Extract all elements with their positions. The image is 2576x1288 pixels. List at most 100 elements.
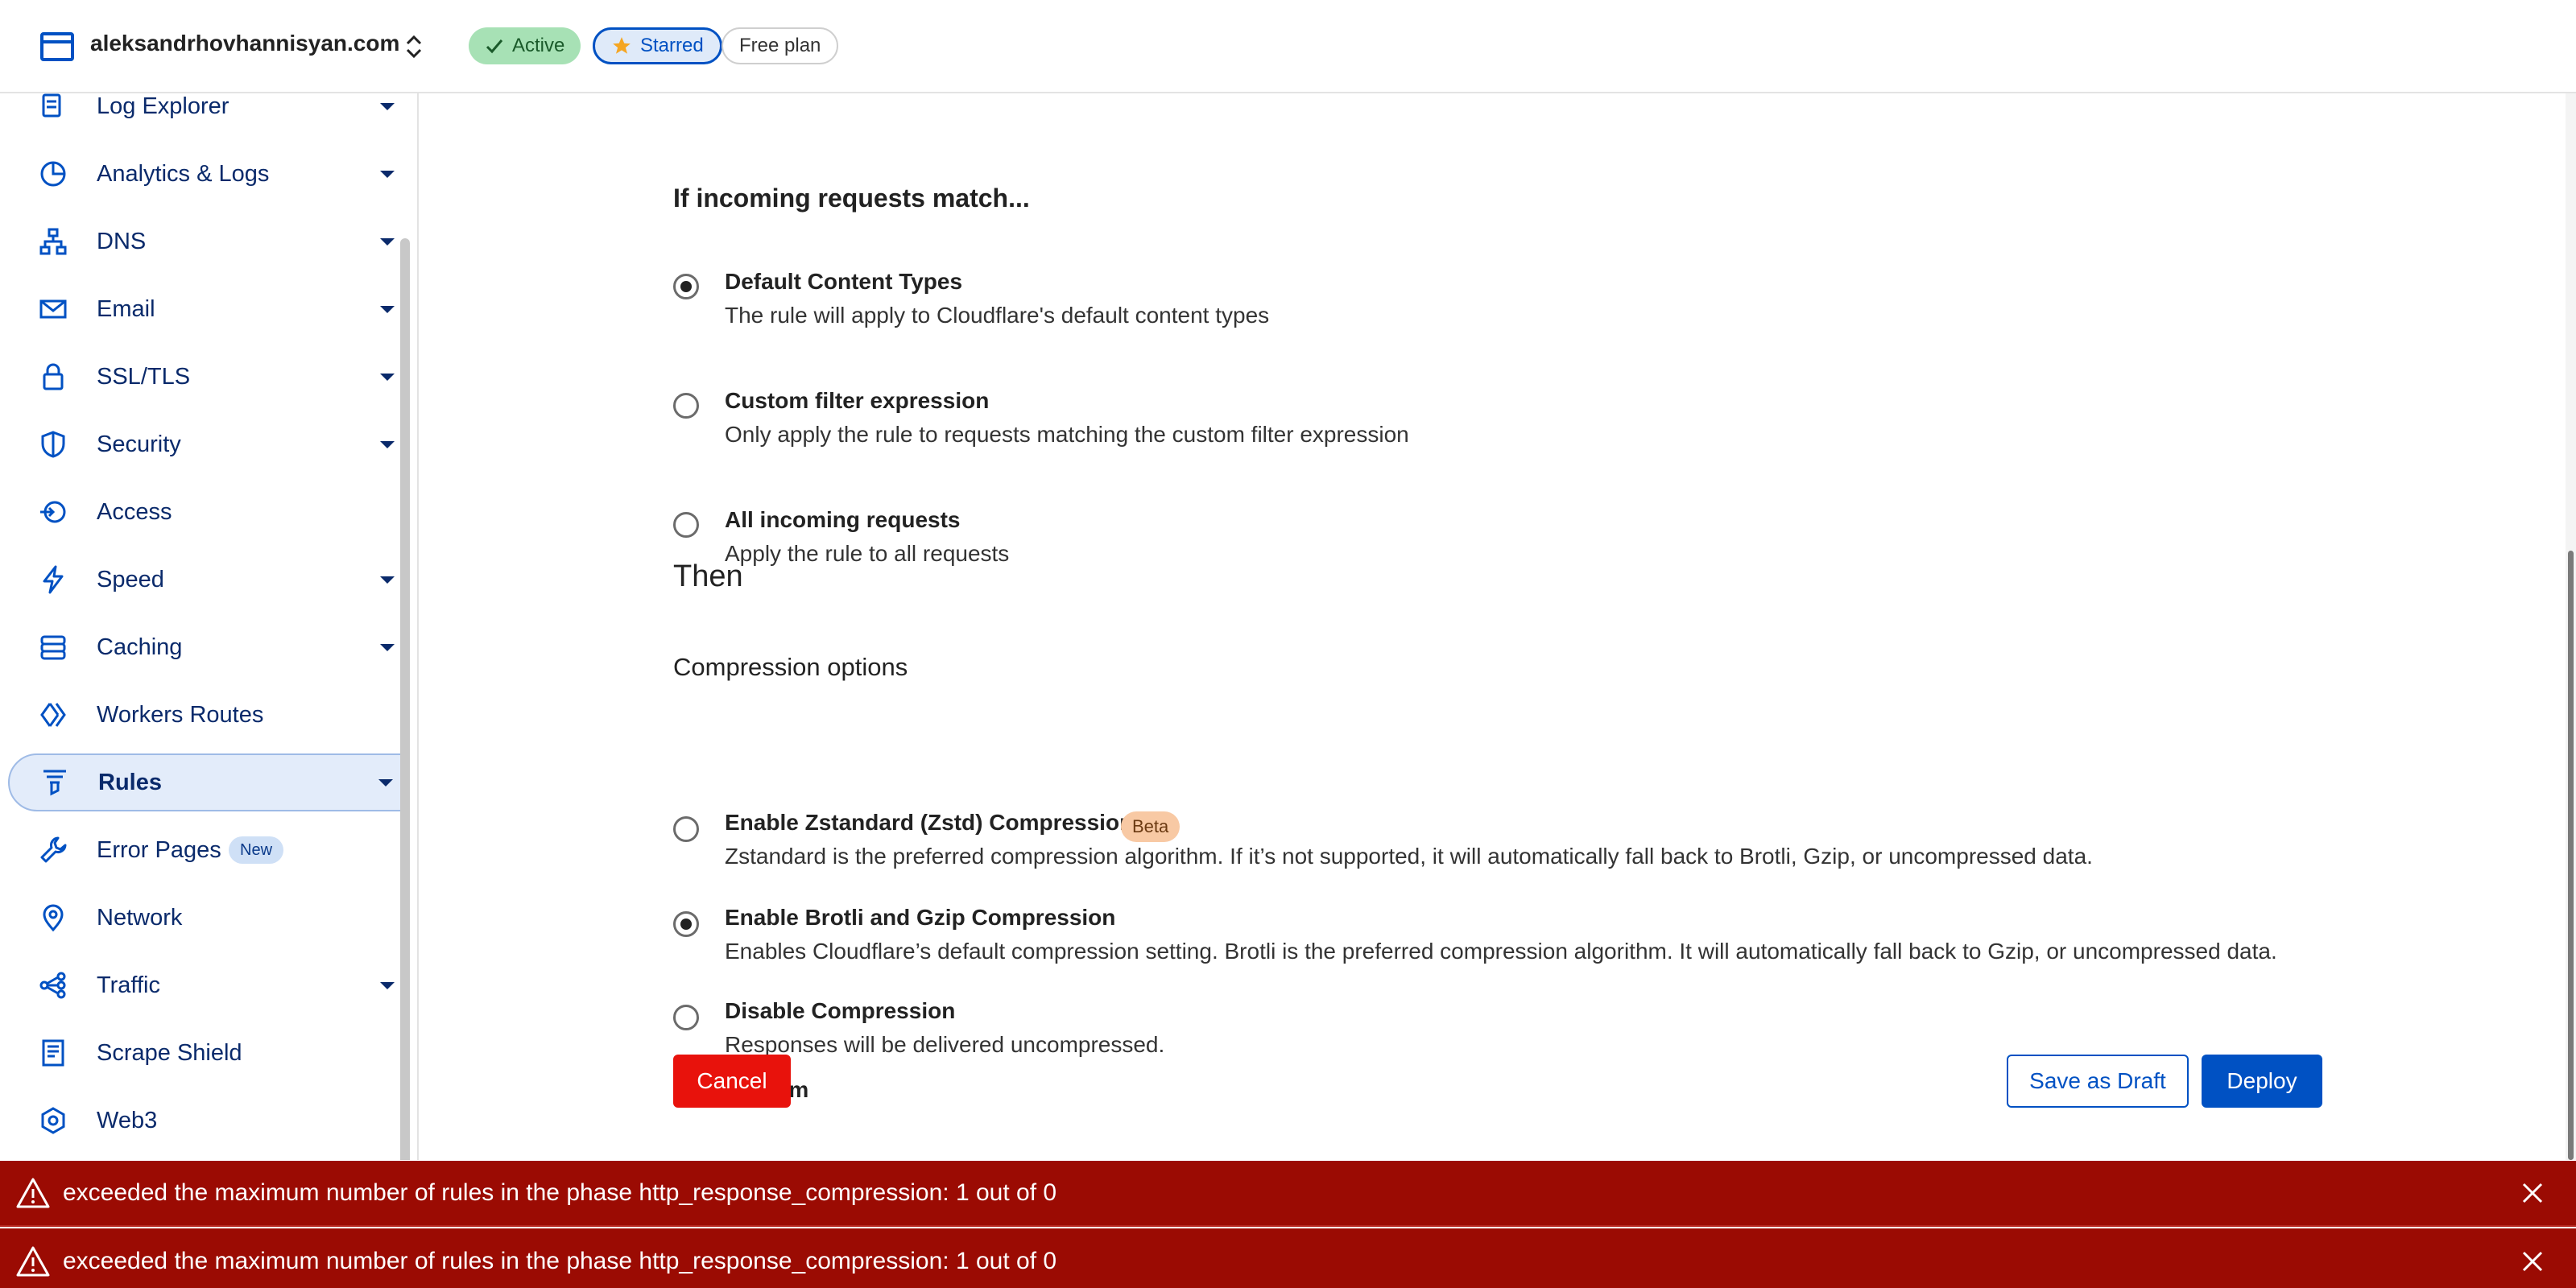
deploy-button[interactable]: Deploy (2202, 1055, 2322, 1108)
sidebar-item-label: DNS (97, 228, 147, 254)
star-icon (613, 37, 631, 54)
cancel-button[interactable]: Cancel (673, 1055, 791, 1108)
web3-icon (37, 1104, 69, 1137)
option-title: Disable Compression (725, 998, 956, 1023)
sidebar-item-analytics-logs[interactable]: Analytics & Logs (8, 145, 407, 203)
caret-down-icon (380, 981, 395, 989)
check-icon (486, 39, 503, 54)
sidebar-item-dns[interactable]: DNS (8, 213, 407, 270)
sidebar-item-access[interactable]: Access (8, 483, 407, 541)
site-name[interactable]: aleksandrhovhannisyan.com (90, 31, 399, 56)
sidebar-item-web3[interactable]: Web3 (8, 1092, 407, 1150)
sidebar-item-log-explorer[interactable]: Log Explorer (8, 93, 407, 135)
sidebar-item-label: SSL/TLS (97, 363, 191, 390)
network-tree-icon (37, 225, 69, 258)
radio-button[interactable] (673, 393, 699, 419)
warning-icon (16, 1246, 50, 1277)
sidebar-item-label: Traffic (97, 972, 160, 998)
active-label: Active (512, 35, 565, 56)
sidebar-item-label: Scrape Shield (97, 1039, 242, 1066)
sidebar-item-ssl-tls[interactable]: SSL/TLS (8, 348, 407, 406)
sidebar-item-rules[interactable]: Rules (8, 753, 407, 811)
starred-badge[interactable]: Starred (593, 27, 722, 64)
page-scrollbar-thumb[interactable] (2568, 551, 2574, 1160)
caret-down-icon (378, 778, 393, 786)
server-stack-icon (37, 631, 69, 663)
option-title: Enable Brotli and Gzip Compression (725, 905, 1116, 930)
error-message: exceeded the maximum number of rules in … (63, 1179, 1057, 1206)
sidebar-item-label: Network (97, 904, 183, 931)
error-toast: exceeded the maximum number of rules in … (0, 1228, 2576, 1288)
sidebar-item-error-pages[interactable]: Error Pages New (8, 821, 407, 879)
sidebar-item-label: Caching (97, 634, 183, 660)
compression-heading: Compression options (673, 653, 908, 681)
sidebar-item-label: Web3 (97, 1107, 158, 1133)
wrench-icon (37, 834, 69, 866)
beta-badge: Beta (1121, 811, 1180, 842)
then-heading: Then (673, 559, 743, 593)
sidebar-item-network[interactable]: Network (8, 889, 407, 947)
caret-down-icon (380, 440, 395, 448)
caret-down-icon (380, 102, 395, 110)
caret-down-icon (380, 373, 395, 381)
option-description: Apply the rule to all requests (725, 541, 1010, 566)
option-title: Custom filter expression (725, 388, 990, 413)
access-icon (37, 496, 69, 528)
sidebar-item-label: Speed (97, 566, 164, 592)
sidebar-item-label: Rules (98, 769, 162, 795)
sidebar-item-label: Log Explorer (97, 93, 229, 119)
envelope-icon (37, 293, 69, 325)
save-as-draft-button[interactable]: Save as Draft (2007, 1055, 2189, 1108)
close-icon[interactable] (2521, 1182, 2544, 1204)
chevron-up-down-icon[interactable] (398, 29, 430, 64)
radio-button[interactable] (673, 816, 699, 842)
funnel-icon (39, 766, 71, 799)
radio-button[interactable] (673, 911, 699, 937)
error-toast: exceeded the maximum number of rules in … (0, 1161, 2576, 1227)
option-title: Enable Zstandard (Zstd) Compression (725, 810, 1134, 835)
caret-down-icon (380, 576, 395, 584)
option-title: All incoming requests (725, 507, 961, 532)
sidebar: Log Explorer Analytics & Logs DNS Email … (0, 93, 419, 1160)
sidebar-item-label: Access (97, 498, 172, 525)
caret-down-icon (380, 170, 395, 178)
workers-icon (37, 699, 69, 731)
plan-label: Free plan (739, 35, 821, 56)
status-badge-active: Active (469, 27, 581, 64)
option-description: Only apply the rule to requests matching… (725, 422, 1409, 447)
sidebar-item-email[interactable]: Email (8, 280, 407, 338)
traffic-icon (37, 969, 69, 1001)
option-title: Default Content Types (725, 269, 963, 294)
lightning-icon (37, 564, 69, 596)
sidebar-item-label: Security (97, 431, 181, 457)
radio-button[interactable] (673, 512, 699, 538)
caret-down-icon (380, 643, 395, 651)
sidebar-item-caching[interactable]: Caching (8, 618, 407, 676)
sidebar-item-security[interactable]: Security (8, 415, 407, 473)
option-description: Responses will be delivered uncompressed… (725, 1032, 1165, 1057)
caret-down-icon (380, 305, 395, 313)
sidebar-item-label: Error Pages (97, 836, 221, 863)
error-message: exceeded the maximum number of rules in … (63, 1248, 1057, 1274)
top-bar: aleksandrhovhannisyan.com Active Starred… (0, 0, 2576, 93)
sidebar-item-traffic[interactable]: Traffic (8, 956, 407, 1014)
sidebar-item-scrape-shield[interactable]: Scrape Shield (8, 1024, 407, 1082)
option-description: Enables Cloudflare’s default compression… (725, 939, 2277, 964)
radio-button[interactable] (673, 1005, 699, 1030)
sidebar-item-workers-routes[interactable]: Workers Routes (8, 686, 407, 744)
radio-button[interactable] (673, 274, 699, 299)
log-explorer-icon (37, 93, 69, 122)
warning-icon (16, 1178, 50, 1208)
sidebar-item-label: Email (97, 295, 155, 322)
sidebar-scrollbar[interactable] (400, 238, 410, 1160)
option-description: The rule will apply to Cloudflare's defa… (725, 303, 1270, 328)
match-heading: If incoming requests match... (673, 184, 1030, 213)
pie-chart-icon (37, 158, 69, 190)
sidebar-item-label: Workers Routes (97, 701, 264, 728)
plan-badge: Free plan (722, 27, 839, 64)
lock-icon (37, 361, 69, 393)
close-icon[interactable] (2521, 1250, 2544, 1273)
rule-editor: If incoming requests match... Default Co… (420, 93, 2546, 1160)
sidebar-item-speed[interactable]: Speed (8, 551, 407, 609)
starred-label: Starred (640, 35, 704, 56)
